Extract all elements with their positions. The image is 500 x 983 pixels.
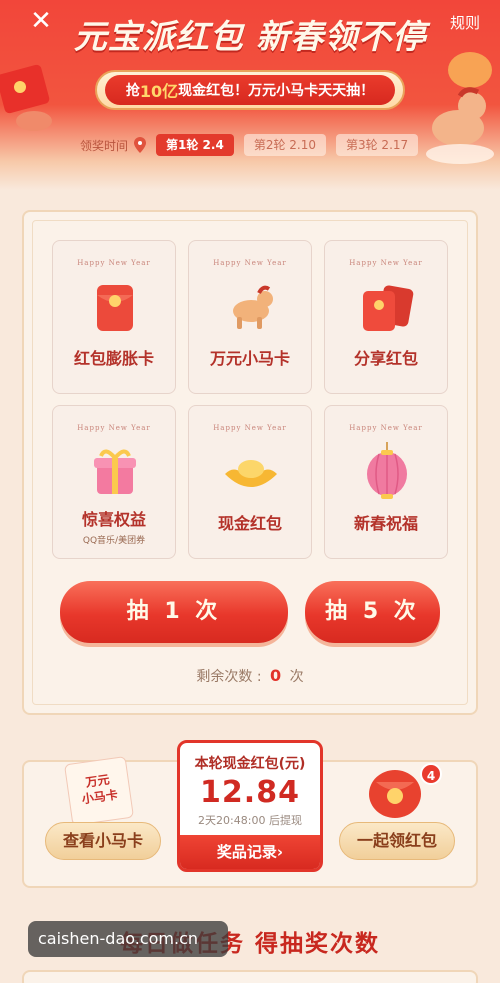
prize-name: 惊喜权益 xyxy=(81,510,146,529)
task-card xyxy=(22,970,478,983)
remaining-unit: 次 xyxy=(285,669,304,685)
prize-tile-surprise: Happy New Year 惊喜权益 QQ音乐/美团券 xyxy=(52,405,176,559)
gold-ingot-icon xyxy=(225,460,277,487)
horse-card-thumbnail: 万元 小马卡 xyxy=(63,755,135,827)
draw-five-button[interactable]: 抽 5 次 xyxy=(305,581,440,643)
collect-envelope-button[interactable]: 一起领红包 xyxy=(339,822,455,860)
draw-once-button[interactable]: 抽 1 次 xyxy=(60,581,288,643)
red-envelopes-icon xyxy=(363,285,414,331)
page-title: 元宝派红包 新春领不停 xyxy=(73,17,427,56)
prize-tile-cash: Happy New Year 现金红包 xyxy=(188,405,312,559)
prize-tile-blessing: Happy New Year 新春祝福 xyxy=(324,405,448,559)
remaining-draws: 剩余次数 : 0 次 xyxy=(0,666,500,686)
prize-name: 现金红包 xyxy=(217,514,282,533)
location-pin-icon xyxy=(134,137,147,153)
cash-amount: 12.84 xyxy=(200,775,300,810)
header: ✕ 规则 元宝派红包 新春领不停 抢 10亿 现金红包！万元小马卡天天抽！ 领奖… xyxy=(0,0,500,190)
banner-prefix: 抢 xyxy=(125,83,140,99)
red-envelope-bundle-icon xyxy=(369,770,421,818)
prize-name: 分享红包 xyxy=(353,349,418,368)
award-time-label: 领奖时间 xyxy=(80,138,129,153)
banner-highlight: 10亿 xyxy=(139,82,179,101)
cash-amount-box: 本轮现金红包(元) 12.84 2天20:48:00 后提现 奖品记录› xyxy=(177,740,323,872)
red-envelope-decoration-icon xyxy=(0,64,52,131)
round-tab-1[interactable]: 第1轮 2.4 xyxy=(156,134,234,156)
prize-name: 红包膨胀卡 xyxy=(73,349,154,368)
happy-new-year-text: Happy New Year xyxy=(77,424,151,432)
view-horse-card-button[interactable]: 查看小马卡 xyxy=(45,822,161,860)
prize-name: 新春祝福 xyxy=(353,514,418,533)
remaining-count: 0 xyxy=(270,666,282,685)
happy-new-year-text: Happy New Year xyxy=(213,424,287,432)
banner-text: 现金红包！万元小马卡天天抽！ xyxy=(178,83,375,99)
round-selector: 领奖时间 第1轮 2.4 第2轮 2.10 第3轮 2.17 xyxy=(80,134,428,156)
happy-new-year-text: Happy New Year xyxy=(349,259,423,267)
happy-new-year-text: Happy New Year xyxy=(213,259,287,267)
cash-title: 本轮现金红包(元) xyxy=(194,756,306,772)
withdraw-countdown: 2天20:48:00 后提现 xyxy=(198,814,302,827)
prize-name: 万元小马卡 xyxy=(209,349,290,368)
horse-icon xyxy=(233,285,273,329)
promo-banner: 抢 10亿 现金红包！万元小马卡天天抽！ xyxy=(95,70,405,110)
prize-record-button[interactable]: 奖品记录› xyxy=(180,835,320,869)
round-tab-2[interactable]: 第2轮 2.10 xyxy=(243,134,326,156)
lantern-icon xyxy=(367,442,407,499)
remaining-label: 剩余次数 : xyxy=(196,669,267,685)
round-tab-3[interactable]: 第3轮 2.17 xyxy=(335,134,419,156)
happy-new-year-text: Happy New Year xyxy=(349,424,423,432)
notification-badge: 4 xyxy=(420,763,442,785)
prize-tile-share-envelope: Happy New Year 分享红包 xyxy=(324,240,448,394)
prize-tile-horse-card: Happy New Year 万元小马卡 xyxy=(188,240,312,394)
red-envelope-icon xyxy=(97,285,133,331)
watermark: caishen-dao.com.cn xyxy=(28,921,228,957)
prize-subtitle: QQ音乐/美团券 xyxy=(82,536,146,546)
gift-box-icon xyxy=(94,449,136,494)
prize-tile-expansion-card: Happy New Year 红包膨胀卡 xyxy=(52,240,176,394)
happy-new-year-text: Happy New Year xyxy=(77,259,151,267)
